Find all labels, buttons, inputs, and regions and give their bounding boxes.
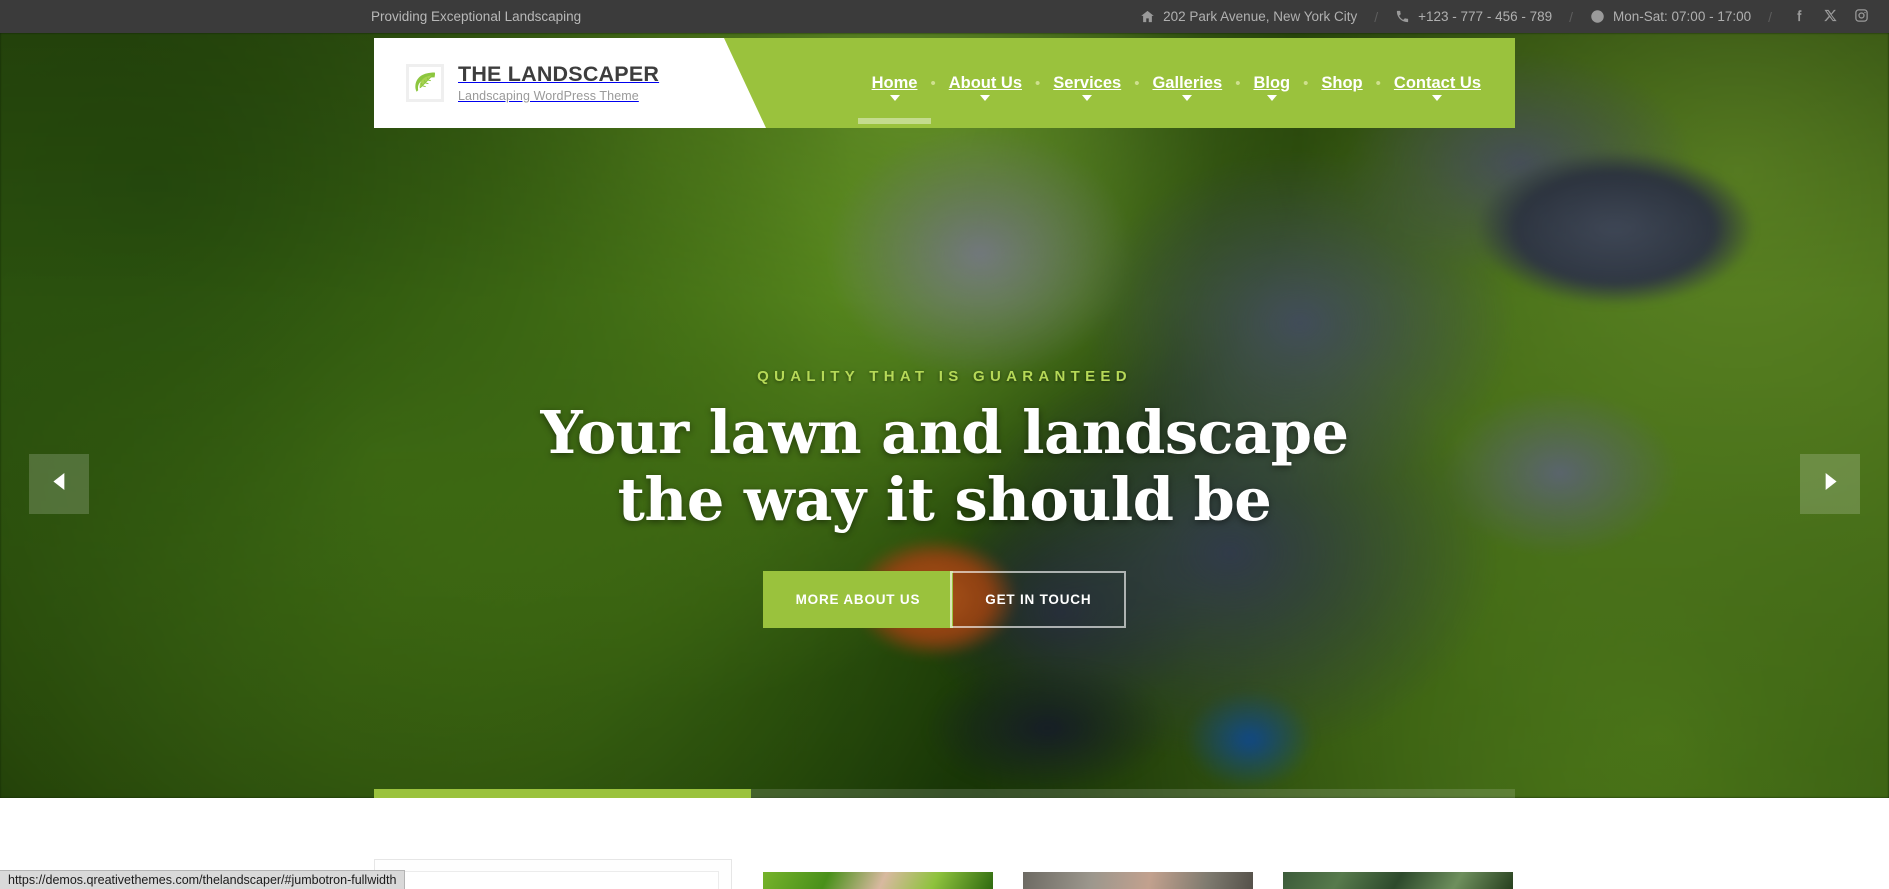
browser-status-bar: https://demos.qreativethemes.com/theland… bbox=[0, 870, 406, 889]
hero-slider: Quality that is guaranteed Your lawn and… bbox=[0, 33, 1889, 798]
header-logo-area: THE LANDSCAPER Landscaping WordPress The… bbox=[374, 38, 724, 128]
chevron-down-icon bbox=[1266, 94, 1277, 101]
hero-title: Your lawn and landscape the way it shoul… bbox=[0, 399, 1889, 534]
more-about-us-button[interactable]: More About Us bbox=[762, 570, 954, 628]
nav-item-shop[interactable]: Shop bbox=[1321, 74, 1362, 93]
topbar-separator: / bbox=[1569, 8, 1574, 25]
topbar-tagline: Providing Exceptional Landscaping bbox=[371, 9, 582, 24]
nav-label: About Us bbox=[948, 73, 1023, 92]
hero-title-line-2: the way it should be bbox=[617, 465, 1272, 535]
logo-title: THE LANDSCAPER bbox=[458, 62, 660, 86]
hero-title-line-1: Your lawn and landscape bbox=[540, 398, 1349, 467]
chevron-down-icon bbox=[1082, 94, 1093, 101]
nav-separator-dot: • bbox=[1035, 74, 1041, 92]
nav-separator-dot: • bbox=[1303, 74, 1309, 92]
topbar-phone-text: +123 - 777 - 456 - 789 bbox=[1418, 9, 1553, 24]
topbar-address: 202 Park Avenue, New York City bbox=[1140, 9, 1357, 24]
nav-item-blog[interactable]: Blog bbox=[1253, 73, 1291, 101]
topbar-hours: Mon-Sat: 07:00 - 17:00 bbox=[1590, 9, 1751, 24]
x-twitter-icon[interactable] bbox=[1823, 8, 1838, 26]
content-thumbnail[interactable] bbox=[763, 872, 993, 889]
nav-separator-dot: • bbox=[930, 74, 936, 92]
topbar-separator: / bbox=[1374, 8, 1379, 25]
leaf-icon bbox=[406, 64, 444, 102]
status-bar-url: https://demos.qreativethemes.com/theland… bbox=[8, 873, 397, 887]
logo-subtitle: Landscaping WordPress Theme bbox=[458, 89, 639, 103]
logo-text: THE LANDSCAPER Landscaping WordPress The… bbox=[458, 63, 659, 103]
nav-item-contact-us[interactable]: Contact Us bbox=[1393, 73, 1481, 101]
site-logo[interactable]: THE LANDSCAPER Landscaping WordPress The… bbox=[406, 63, 659, 103]
main-navigation: Home • About Us • Services • Galleries •… bbox=[857, 73, 1481, 124]
nav-label: Home bbox=[871, 73, 918, 92]
instagram-icon[interactable] bbox=[1854, 8, 1869, 26]
social-links bbox=[1792, 8, 1869, 26]
nav-separator-dot: • bbox=[1134, 74, 1140, 92]
topbar-separator: / bbox=[1768, 8, 1772, 25]
topbar-contact-group: 202 Park Avenue, New York City / +123 - … bbox=[1140, 0, 1869, 33]
hero-content: Quality that is guaranteed Your lawn and… bbox=[0, 368, 1889, 628]
topbar-phone[interactable]: +123 - 777 - 456 - 789 bbox=[1395, 9, 1552, 24]
clock-icon bbox=[1590, 9, 1605, 24]
nav-label: Services bbox=[1053, 73, 1122, 92]
nav-label: Shop bbox=[1321, 73, 1363, 92]
slider-progress-fill bbox=[374, 789, 751, 798]
phone-icon bbox=[1395, 9, 1410, 24]
nav-item-home[interactable]: Home bbox=[857, 73, 932, 124]
nav-label: Contact Us bbox=[1393, 73, 1481, 92]
chevron-right-icon bbox=[1823, 473, 1838, 495]
chevron-left-icon bbox=[52, 473, 67, 495]
topbar-address-text: 202 Park Avenue, New York City bbox=[1163, 9, 1358, 24]
chevron-down-icon bbox=[889, 94, 900, 101]
slider-next-button[interactable] bbox=[1800, 454, 1860, 514]
nav-separator-dot: • bbox=[1235, 74, 1241, 92]
top-utility-bar: Providing Exceptional Landscaping 202 Pa… bbox=[0, 0, 1889, 33]
nav-item-services[interactable]: Services bbox=[1053, 73, 1122, 101]
nav-label: Galleries bbox=[1152, 73, 1223, 92]
chevron-down-icon bbox=[1432, 94, 1443, 101]
slider-progress-bar bbox=[374, 789, 1515, 798]
hero-kicker: Quality that is guaranteed bbox=[757, 368, 1132, 385]
site-header: THE LANDSCAPER Landscaping WordPress The… bbox=[374, 38, 1515, 128]
nav-item-about-us[interactable]: About Us bbox=[948, 73, 1023, 101]
hero-buttons: More About Us Get in Touch bbox=[0, 570, 1889, 628]
slider-prev-button[interactable] bbox=[29, 454, 89, 514]
home-icon bbox=[1140, 9, 1155, 24]
chevron-down-icon bbox=[980, 94, 991, 101]
topbar-hours-text: Mon-Sat: 07:00 - 17:00 bbox=[1613, 9, 1752, 24]
content-thumbnail[interactable] bbox=[1023, 872, 1253, 889]
nav-separator-dot: • bbox=[1375, 74, 1381, 92]
content-card bbox=[374, 859, 732, 889]
chevron-down-icon bbox=[1182, 94, 1193, 101]
nav-label: Blog bbox=[1253, 73, 1291, 92]
header-slant-divider bbox=[724, 38, 766, 128]
header-nav-area: Home • About Us • Services • Galleries •… bbox=[724, 38, 1515, 128]
facebook-icon[interactable] bbox=[1792, 8, 1807, 26]
nav-item-galleries[interactable]: Galleries bbox=[1152, 73, 1223, 101]
get-in-touch-button[interactable]: Get in Touch bbox=[950, 570, 1127, 628]
content-thumbnail[interactable] bbox=[1283, 872, 1513, 889]
